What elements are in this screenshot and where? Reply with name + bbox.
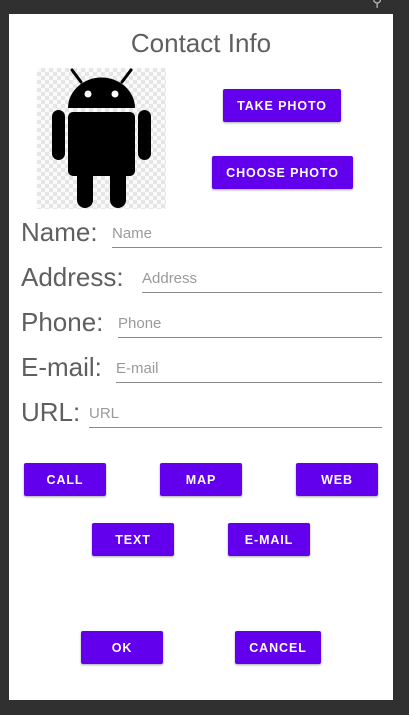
address-field-underline xyxy=(142,266,382,293)
name-input[interactable] xyxy=(112,221,382,245)
email-label: E-mail: xyxy=(21,352,102,382)
email-button[interactable]: E-MAIL xyxy=(228,523,310,556)
url-input[interactable] xyxy=(89,401,382,425)
cancel-button[interactable]: CANCEL xyxy=(235,631,321,664)
address-input[interactable] xyxy=(142,266,382,290)
name-label: Name: xyxy=(21,217,98,247)
email-field-underline xyxy=(116,356,382,383)
contact-photo[interactable] xyxy=(37,68,166,209)
name-field-underline xyxy=(112,221,382,248)
phone-row: Phone: xyxy=(21,302,382,342)
url-label: URL: xyxy=(21,397,81,427)
dialog-title: Contact Info xyxy=(130,28,272,58)
email-row: E-mail: xyxy=(21,347,382,387)
address-row: Address: xyxy=(21,257,382,297)
url-field-underline xyxy=(89,401,382,428)
contact-info-dialog: Contact Info TAKE PHOTO CHOOSE PHOTO Nam… xyxy=(9,14,393,700)
take-photo-button[interactable]: TAKE PHOTO xyxy=(223,89,341,122)
map-button[interactable]: MAP xyxy=(160,463,242,496)
web-button[interactable]: WEB xyxy=(296,463,378,496)
url-row: URL: xyxy=(21,392,382,432)
signal-icon: ⚲ xyxy=(372,0,383,10)
name-row: Name: xyxy=(21,212,382,252)
ok-button[interactable]: OK xyxy=(81,631,163,664)
call-button[interactable]: CALL xyxy=(24,463,106,496)
phone-input[interactable] xyxy=(118,311,382,335)
text-button[interactable]: TEXT xyxy=(92,523,174,556)
choose-photo-button[interactable]: CHOOSE PHOTO xyxy=(212,156,353,189)
phone-field-underline xyxy=(118,311,382,338)
address-label: Address: xyxy=(21,262,124,292)
phone-label: Phone: xyxy=(21,307,104,337)
android-robot-icon xyxy=(52,68,151,208)
email-input[interactable] xyxy=(116,356,382,380)
